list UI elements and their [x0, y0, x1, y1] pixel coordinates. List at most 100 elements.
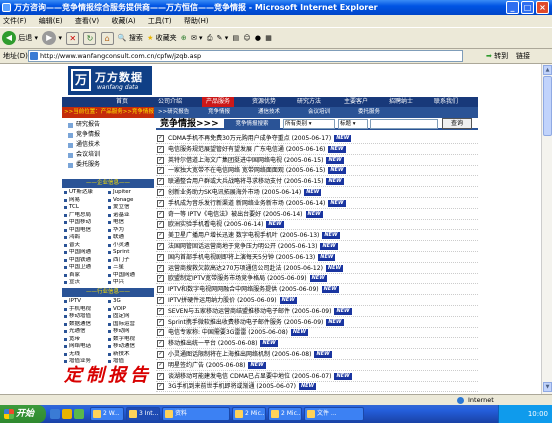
- favorites-button[interactable]: ★ 收藏夹: [147, 31, 177, 46]
- enterprise-link[interactable]: 中兴: [108, 279, 150, 287]
- menu-favorites[interactable]: 收藏(A): [111, 17, 135, 25]
- site-logo[interactable]: 万 万方数据 wanfang data: [68, 66, 152, 95]
- menu-view[interactable]: 查看(V): [75, 17, 99, 25]
- industry-link[interactable]: 无线: [64, 351, 106, 359]
- enterprise-link[interactable]: 西门子: [108, 257, 150, 265]
- news-title[interactable]: CDMA手机不再免费30万元购用户成争夺重点 (2005-06-17) NEW: [168, 133, 352, 143]
- enterprise-link[interactable]: 诺基亚: [108, 212, 150, 220]
- enterprise-link[interactable]: 联通: [108, 234, 150, 242]
- taskbar-button[interactable]: 2 Mic...: [268, 407, 302, 421]
- stop-button[interactable]: ✕: [66, 31, 80, 46]
- scroll-thumb[interactable]: [543, 76, 552, 136]
- left-menu-item[interactable]: 竞争情报: [66, 130, 150, 140]
- news-checkbox-icon[interactable]: ✓: [157, 372, 164, 380]
- back-button[interactable]: ◀ 后退 ▾: [2, 31, 38, 46]
- news-title[interactable]: 3G手机到来前世手机即将或渐通 (2005-06-07) NEW: [168, 381, 317, 391]
- refresh-button[interactable]: ↻: [83, 31, 97, 46]
- news-title[interactable]: 明星签约广告 (2005-06-08) NEW: [168, 360, 266, 370]
- enterprise-link[interactable]: 中国网通: [64, 249, 106, 257]
- news-checkbox-icon[interactable]: ✓: [157, 243, 164, 250]
- industry-link[interactable]: 网络电话: [64, 343, 106, 351]
- news-item[interactable]: ✓ 奇一等 IPTV《电信法》被出台要好 (2005-06-14) NEW: [156, 209, 478, 220]
- news-item[interactable]: ✓ 电信服务规范展望管好有望发展 广东电信通 (2005-06-16) NEW: [156, 144, 478, 155]
- nav-about[interactable]: 公司介绍: [158, 97, 182, 107]
- industry-link[interactable]: 数字电视: [108, 336, 150, 344]
- discuss-button[interactable]: ▤: [233, 31, 240, 46]
- custom-report-banner[interactable]: 定制报告: [64, 362, 152, 390]
- enterprise-link[interactable]: 华为: [108, 227, 150, 235]
- news-checkbox-icon[interactable]: ✓: [157, 210, 164, 218]
- industry-link[interactable]: 移动网: [108, 328, 150, 336]
- enterprise-link[interactable]: 普天: [64, 242, 106, 250]
- nav-resources[interactable]: 资源优势: [252, 97, 276, 107]
- vertical-scrollbar[interactable]: ▲ ▼: [541, 64, 552, 394]
- left-menu-item[interactable]: 通信技术: [66, 140, 150, 150]
- industry-link[interactable]: 数据通信: [64, 321, 106, 329]
- menu-tools[interactable]: 工具(T): [148, 17, 172, 25]
- news-title[interactable]: 联通整合用户群或大兵战略将寻求移动支付 (2005-06-15) NEW: [168, 176, 344, 186]
- news-item[interactable]: ✓ 英特尔借道上海文广集团挺进中国网络电视 (2005-06-15) NEW: [156, 155, 478, 166]
- news-checkbox-icon[interactable]: ✓: [157, 232, 164, 240]
- enterprise-link[interactable]: 中国铁通: [64, 257, 106, 265]
- query-button[interactable]: 查询: [442, 118, 472, 129]
- news-title[interactable]: 手机成为音乐发行新渠道 新网络业务新市场 (2005-06-14) NEW: [168, 198, 346, 208]
- news-title[interactable]: 美卫星广播用户增长迅速 数字电视手机叶 (2005-06-13) NEW: [168, 230, 340, 240]
- industry-link[interactable]: IPTV: [64, 298, 106, 306]
- news-item[interactable]: ✓ SEVEN与五家移动运营商结盟推移动电子邮件 (2005-06-09) NEW: [156, 306, 478, 317]
- news-checkbox-icon[interactable]: ✓: [157, 221, 164, 229]
- news-item[interactable]: ✓ 一家独大宽带不在电信网络 宽带网络面面观 (2005-06-15) NEW: [156, 165, 478, 177]
- news-item[interactable]: ✓ 谈湖移动可能建发电信 CDMA已占显要中地位 (2005-06-07) NEW: [156, 371, 478, 382]
- enterprise-link[interactable]: 三星: [108, 264, 150, 272]
- subnav-reports[interactable]: >>研究报告: [158, 107, 189, 118]
- news-item[interactable]: ✓ IPTV和数字电视网网融合中网络服务提供 (2005-06-09) NEW: [156, 284, 478, 296]
- enterprise-link[interactable]: 中国卫通: [64, 264, 106, 272]
- enterprise-link[interactable]: 鸿鹄: [64, 234, 106, 242]
- news-checkbox-icon[interactable]: ✓: [157, 297, 164, 304]
- edit-button[interactable]: ✎ ▾: [217, 31, 229, 46]
- news-title[interactable]: 奇一等 IPTV《电信法》被出台要好 (2005-06-14) NEW: [168, 209, 323, 219]
- menu-edit[interactable]: 编辑(E): [39, 17, 63, 25]
- start-button[interactable]: 开始: [0, 405, 46, 423]
- taskbar-button[interactable]: 3 Int...: [126, 407, 160, 421]
- keyword-input[interactable]: [370, 119, 438, 129]
- news-checkbox-icon[interactable]: ✓: [157, 329, 164, 337]
- news-checkbox-icon[interactable]: ✓: [157, 189, 164, 196]
- enterprise-link[interactable]: Vonage: [108, 197, 150, 205]
- category-select[interactable]: 所有类别 ▾: [283, 119, 335, 129]
- media-button[interactable]: ⊕: [181, 31, 187, 46]
- enterprise-link[interactable]: UT斯达康: [64, 189, 106, 197]
- intel-search-tab[interactable]: 竞争情报搜索: [224, 119, 280, 129]
- news-item[interactable]: ✓ 明星签约广告 (2005-06-08) NEW: [156, 360, 478, 371]
- mail-button[interactable]: ✉ ▾: [191, 31, 203, 46]
- news-title[interactable]: 小灵通图话限制将在上海推出网络机制 (2005-06-08) NEW: [168, 349, 332, 359]
- quicklaunch-folder-icon[interactable]: [62, 409, 72, 419]
- news-checkbox-icon[interactable]: ✓: [157, 135, 164, 142]
- enterprise-link[interactable]: 广电总局: [64, 212, 106, 220]
- news-checkbox-icon[interactable]: ✓: [157, 340, 164, 348]
- maximize-button[interactable]: □: [521, 1, 534, 14]
- nav-products[interactable]: 产品服务: [202, 97, 235, 107]
- news-title[interactable]: SEVEN与五家移动运营商结盟推移动电子邮件 (2005-06-09) NEW: [168, 306, 352, 316]
- news-title[interactable]: 欧盟制定IPTV宽带服务市场竞争格局 (2005-06-09) NEW: [168, 273, 327, 283]
- close-button[interactable]: ×: [536, 1, 549, 14]
- left-menu-item[interactable]: 研究报告: [66, 120, 150, 130]
- left-menu-item[interactable]: 委托服务: [66, 160, 150, 170]
- search-button[interactable]: 🔍 搜索: [118, 31, 143, 46]
- industry-link[interactable]: 新技术: [108, 351, 150, 359]
- news-item[interactable]: ✓ 欧洲实验手机看电视 (2005-06-14) NEW: [156, 219, 478, 231]
- news-checkbox-icon[interactable]: ✓: [157, 275, 164, 283]
- qq-button[interactable]: ●: [255, 31, 261, 46]
- news-item[interactable]: ✓ 国内首部手机电视剧即将上演每天5分钟 (2005-06-13) NEW: [156, 252, 478, 263]
- enterprise-link[interactable]: Jupiter: [108, 189, 150, 197]
- address-input[interactable]: http://www.wanfangconsult.com.cn/cpfw/jz…: [28, 50, 463, 62]
- news-item[interactable]: ✓ 运营商搜救欠款高达270万项通信公司赴法 (2005-06-12) NEW: [156, 263, 478, 274]
- news-title[interactable]: 英特尔借道上海文广集团挺进中国网络电视 (2005-06-15) NEW: [168, 155, 344, 165]
- news-checkbox-icon[interactable]: ✓: [157, 383, 164, 391]
- news-item[interactable]: ✓ 美卫星广播用户增长迅速 数字电视手机叶 (2005-06-13) NEW: [156, 230, 478, 242]
- news-title[interactable]: 欧洲实验手机看电视 (2005-06-14) NEW: [168, 219, 284, 229]
- news-title[interactable]: 一家独大宽带不在电信网络 宽带网络面面观 (2005-06-15) NEW: [168, 165, 346, 175]
- links-button[interactable]: 链接: [516, 51, 530, 61]
- news-checkbox-icon[interactable]: ✓: [157, 178, 164, 186]
- news-checkbox-icon[interactable]: ✓: [157, 307, 164, 315]
- subnav-training[interactable]: 会议培训: [308, 107, 330, 118]
